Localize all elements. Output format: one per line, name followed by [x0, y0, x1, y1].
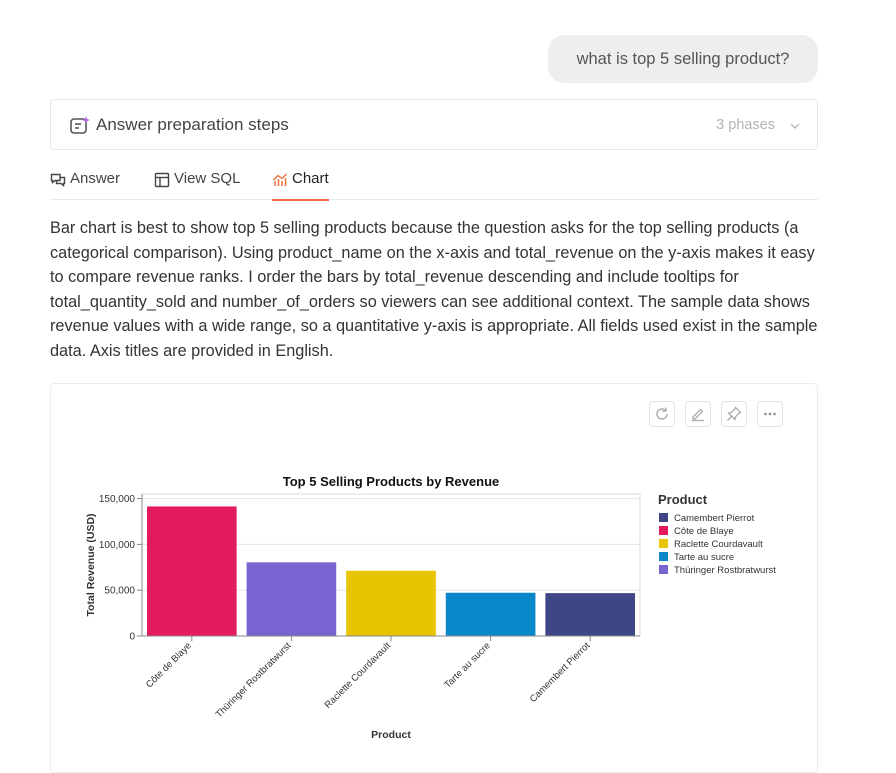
prep-phases-count: 3 phases — [716, 117, 775, 133]
legend-swatch — [659, 539, 668, 548]
edit-button[interactable] — [685, 401, 711, 427]
answer-text: Bar chart is best to show top 5 selling … — [50, 219, 818, 360]
y-tick-label: 150,000 — [99, 494, 136, 505]
legend-item: Raclette Courdavault — [674, 539, 763, 550]
legend-title: Product — [658, 492, 708, 507]
legend-swatch — [659, 526, 668, 535]
x-tick-label: Raclette Courdavault — [323, 640, 394, 711]
chevron-down-icon[interactable] — [789, 119, 801, 131]
prep-title: Answer preparation steps — [96, 115, 289, 134]
tab-chart-label: Chart — [292, 170, 329, 187]
answer-preparation-panel[interactable]: Answer preparation steps 3 phases — [50, 99, 818, 150]
answer-tabs: Answer View SQL Chart — [50, 170, 818, 201]
chart-title: Top 5 Selling Products by Revenue — [283, 474, 499, 489]
x-axis-title: Product — [371, 729, 411, 741]
y-tick-label: 100,000 — [99, 540, 136, 551]
bar — [545, 593, 636, 636]
x-tick-label: Côte de Blaye — [144, 640, 194, 690]
y-tick-label: 50,000 — [104, 586, 135, 597]
tab-view-sql[interactable]: View SQL — [154, 170, 240, 199]
bar — [246, 562, 337, 636]
bar-chart: Top 5 Selling Products by Revenue 0 50,000… — [85, 474, 776, 741]
edit-icon — [692, 408, 704, 422]
x-tick-label: Thüringer Rostbratwurst — [214, 640, 294, 720]
x-tick-label: Tarte au sucre — [442, 640, 492, 690]
y-axis-title: Total Revenue (USD) — [85, 513, 97, 616]
x-tick-label: Camembert Pierrot — [528, 640, 593, 705]
tab-answer[interactable]: Answer — [50, 170, 120, 199]
user-message-bubble: what is top 5 selling product? — [548, 35, 818, 83]
table-icon — [154, 172, 170, 188]
legend-swatch — [659, 513, 668, 522]
chat-bubbles-icon — [50, 173, 66, 187]
pin-icon — [727, 406, 742, 421]
bar — [445, 592, 536, 636]
sparkle-note-icon — [69, 115, 91, 137]
chart-card: Top 5 Selling Products by Revenue 0 50,000… — [50, 383, 818, 773]
y-tick-label: 0 — [129, 632, 135, 643]
tab-view-sql-label: View SQL — [174, 170, 241, 187]
legend-swatch — [659, 552, 668, 561]
bar — [146, 506, 237, 636]
tab-chart[interactable]: Chart — [272, 170, 329, 201]
more-icon — [764, 412, 776, 416]
pin-button[interactable] — [721, 401, 747, 427]
tab-answer-label: Answer — [70, 170, 121, 187]
legend-item: Thüringer Rostbratwurst — [674, 565, 776, 576]
legend-item: Tarte au sucre — [674, 552, 734, 563]
legend-swatch — [659, 565, 668, 574]
bar — [346, 570, 436, 636]
more-options-button[interactable] — [757, 401, 783, 427]
legend-item: Camembert Pierrot — [674, 513, 755, 524]
refresh-button[interactable] — [649, 401, 675, 427]
legend-item: Côte de Blaye — [674, 526, 734, 537]
refresh-icon — [656, 407, 668, 420]
chart-icon — [273, 173, 287, 186]
user-message-text: what is top 5 selling product? — [576, 49, 790, 68]
